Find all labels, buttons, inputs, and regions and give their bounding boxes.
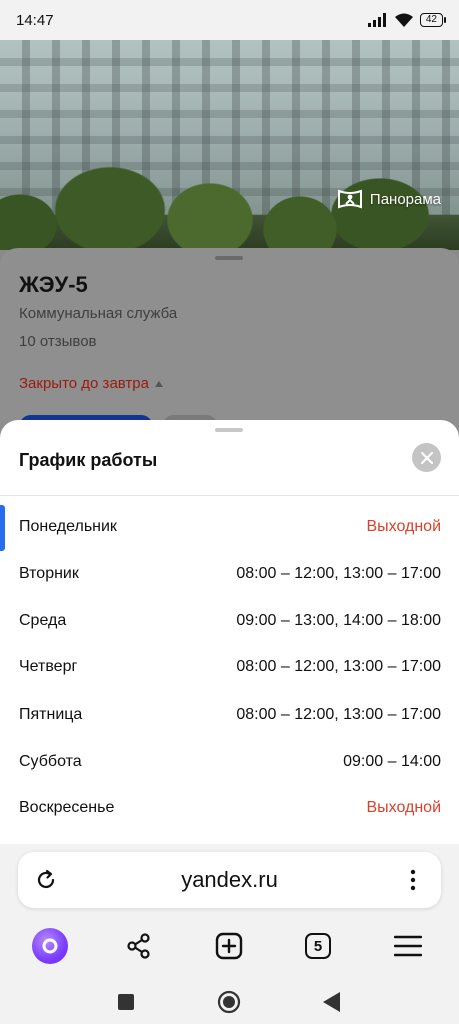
day-hours: Выходной	[366, 518, 441, 535]
url-text[interactable]: yandex.ru	[181, 867, 278, 893]
sheet-drag-handle[interactable]	[215, 428, 243, 432]
recents-icon	[118, 994, 134, 1010]
back-icon	[323, 992, 340, 1012]
schedule-row-friday: Пятница 08:00 – 12:00, 13:00 – 17:00	[19, 706, 441, 724]
browser-chrome: yandex.ru 5	[0, 844, 459, 1024]
panorama-button[interactable]: Панорама	[337, 188, 441, 210]
schedule-row-tuesday: Вторник 08:00 – 12:00, 13:00 – 17:00	[19, 565, 441, 583]
day-hours: Выходной	[366, 799, 441, 816]
home-icon	[217, 990, 241, 1014]
schedule-row-wednesday: Среда 09:00 – 13:00, 14:00 – 18:00	[19, 612, 441, 630]
divider	[0, 495, 459, 496]
status-icons: 42	[367, 13, 447, 28]
panorama-label: Панорама	[369, 190, 441, 208]
schedule-row-sunday: Воскресенье Выходной	[19, 799, 441, 817]
card-drag-handle[interactable]	[215, 256, 243, 260]
caret-up-icon	[154, 380, 163, 387]
day-hours: 08:00 – 12:00, 13:00 – 17:00	[236, 706, 441, 723]
org-status[interactable]: Закрыто до завтра	[19, 375, 163, 392]
day-hours: 08:00 – 12:00, 13:00 – 17:00	[236, 658, 441, 675]
close-icon	[420, 451, 433, 464]
alice-icon	[32, 928, 68, 964]
menu-icon	[394, 935, 422, 957]
panorama-icon	[337, 189, 362, 209]
day-label: Понедельник	[19, 518, 117, 535]
address-bar[interactable]: yandex.ru	[18, 852, 441, 908]
current-day-marker	[0, 505, 5, 551]
day-label: Суббота	[19, 753, 82, 770]
browser-toolbar: 5	[0, 924, 459, 968]
day-label: Пятница	[19, 706, 83, 723]
signal-icon	[367, 13, 386, 27]
status-bar: 14:47 42	[0, 0, 459, 40]
new-tab-icon	[215, 932, 243, 960]
close-button[interactable]	[412, 443, 441, 472]
recents-button[interactable]	[112, 988, 140, 1016]
schedule-row-saturday: Суббота 09:00 – 14:00	[19, 753, 441, 771]
schedule-row-thursday: Четверг 08:00 – 12:00, 13:00 – 17:00	[19, 658, 441, 676]
trees-image	[0, 120, 459, 250]
org-type: Коммунальная служба	[19, 305, 178, 322]
org-status-label: Закрыто до завтра	[19, 375, 149, 392]
battery-icon: 42	[419, 13, 447, 27]
day-hours: 08:00 – 12:00, 13:00 – 17:00	[236, 565, 441, 582]
schedule-sheet: График работы Понедельник Выходной Вторн…	[0, 420, 459, 844]
day-hours: 09:00 – 14:00	[343, 753, 441, 770]
org-name: ЖЭУ-5	[19, 272, 88, 297]
status-time: 14:47	[16, 11, 54, 29]
schedule-title: График работы	[19, 450, 158, 470]
tabs-icon: 5	[305, 933, 331, 959]
system-navigation-bar	[0, 980, 459, 1024]
panorama-photo[interactable]: Панорама	[0, 40, 459, 250]
more-vertical-icon[interactable]	[401, 868, 425, 892]
wifi-icon	[394, 13, 413, 27]
share-icon	[127, 933, 150, 959]
day-label: Вторник	[19, 565, 79, 582]
alice-button[interactable]	[28, 924, 72, 968]
day-hours: 09:00 – 13:00, 14:00 – 18:00	[236, 612, 441, 629]
home-button[interactable]	[215, 988, 243, 1016]
menu-button[interactable]	[386, 924, 430, 968]
tabs-button[interactable]: 5	[296, 924, 340, 968]
schedule-row-monday: Понедельник Выходной	[19, 518, 441, 536]
day-label: Воскресенье	[19, 799, 115, 816]
day-label: Среда	[19, 612, 67, 629]
reload-icon[interactable]	[34, 868, 58, 892]
org-reviews-link[interactable]: 10 отзывов	[19, 333, 97, 350]
day-label: Четверг	[19, 658, 78, 675]
new-tab-button[interactable]	[207, 924, 251, 968]
back-button[interactable]	[318, 988, 346, 1016]
organization-card: ЖЭУ-5 Коммунальная служба 10 отзывов Зак…	[0, 248, 459, 455]
share-button[interactable]	[117, 924, 161, 968]
